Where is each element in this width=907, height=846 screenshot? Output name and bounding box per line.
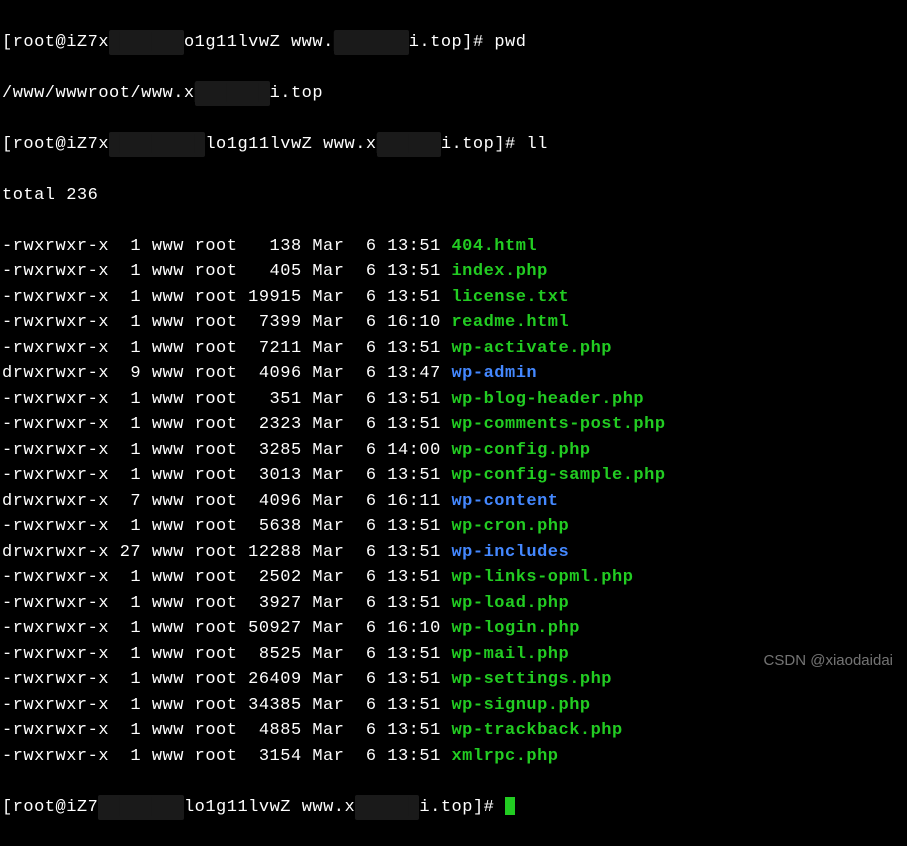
filename: wp-content	[451, 492, 558, 511]
file-row: -rwxrwxr-x 1 www root 405 Mar 6 13:51 in…	[2, 259, 905, 285]
filename: wp-config-sample.php	[451, 466, 665, 485]
filename: wp-includes	[451, 543, 569, 562]
total-line: total 236	[2, 183, 905, 209]
file-row: -rwxrwxr-x 1 www root 2323 Mar 6 13:51 w…	[2, 412, 905, 438]
filename: wp-settings.php	[451, 670, 612, 689]
file-row: -rwxrwxr-x 1 www root 2502 Mar 6 13:51 w…	[2, 565, 905, 591]
prompt-line-1: [root@iZ7x███████o1g11lvwZ www.███████i.…	[2, 30, 905, 56]
file-row: -rwxrwxr-x 1 www root 351 Mar 6 13:51 wp…	[2, 387, 905, 413]
filename: wp-links-opml.php	[451, 568, 633, 587]
terminal-output[interactable]: [root@iZ7x███████o1g11lvwZ www.███████i.…	[2, 4, 905, 846]
filename: license.txt	[451, 288, 569, 307]
filename: wp-config.php	[451, 441, 590, 460]
prompt-line-2: [root@iZ7x█████████lo1g11lvwZ www.x█████…	[2, 132, 905, 158]
filename: readme.html	[451, 313, 569, 332]
file-row: -rwxrwxr-x 1 www root 50927 Mar 6 16:10 …	[2, 616, 905, 642]
filename: wp-mail.php	[451, 645, 569, 664]
file-row: drwxrwxr-x 9 www root 4096 Mar 6 13:47 w…	[2, 361, 905, 387]
filename: wp-admin	[451, 364, 537, 383]
cursor[interactable]	[505, 797, 515, 815]
file-row: -rwxrwxr-x 1 www root 3154 Mar 6 13:51 x…	[2, 744, 905, 770]
pwd-output: /www/wwwroot/www.x███████i.top	[2, 81, 905, 107]
file-row: -rwxrwxr-x 1 www root 4885 Mar 6 13:51 w…	[2, 718, 905, 744]
file-row: drwxrwxr-x 27 www root 12288 Mar 6 13:51…	[2, 540, 905, 566]
filename: wp-blog-header.php	[451, 390, 644, 409]
filename: wp-cron.php	[451, 517, 569, 536]
prompt-line-3: [root@iZ7████████lo1g11lvwZ www.x██████i…	[2, 795, 905, 821]
filename: wp-signup.php	[451, 696, 590, 715]
file-row: -rwxrwxr-x 1 www root 34385 Mar 6 13:51 …	[2, 693, 905, 719]
file-row: -rwxrwxr-x 1 www root 19915 Mar 6 13:51 …	[2, 285, 905, 311]
file-listing: -rwxrwxr-x 1 www root 138 Mar 6 13:51 40…	[2, 234, 905, 770]
command-ll: ll	[526, 135, 547, 154]
file-row: -rwxrwxr-x 1 www root 3013 Mar 6 13:51 w…	[2, 463, 905, 489]
file-row: -rwxrwxr-x 1 www root 138 Mar 6 13:51 40…	[2, 234, 905, 260]
command-pwd: pwd	[494, 33, 526, 52]
file-row: -rwxrwxr-x 1 www root 7399 Mar 6 16:10 r…	[2, 310, 905, 336]
filename: wp-comments-post.php	[451, 415, 665, 434]
filename: wp-load.php	[451, 594, 569, 613]
filename: wp-activate.php	[451, 339, 612, 358]
watermark: CSDN @xiaodaidai	[764, 650, 893, 673]
filename: xmlrpc.php	[451, 747, 558, 766]
file-row: -rwxrwxr-x 1 www root 5638 Mar 6 13:51 w…	[2, 514, 905, 540]
file-row: -rwxrwxr-x 1 www root 7211 Mar 6 13:51 w…	[2, 336, 905, 362]
filename: wp-login.php	[451, 619, 579, 638]
file-row: drwxrwxr-x 7 www root 4096 Mar 6 16:11 w…	[2, 489, 905, 515]
filename: 404.html	[451, 237, 537, 256]
filename: wp-trackback.php	[451, 721, 622, 740]
file-row: -rwxrwxr-x 1 www root 3285 Mar 6 14:00 w…	[2, 438, 905, 464]
filename: index.php	[451, 262, 547, 281]
file-row: -rwxrwxr-x 1 www root 3927 Mar 6 13:51 w…	[2, 591, 905, 617]
